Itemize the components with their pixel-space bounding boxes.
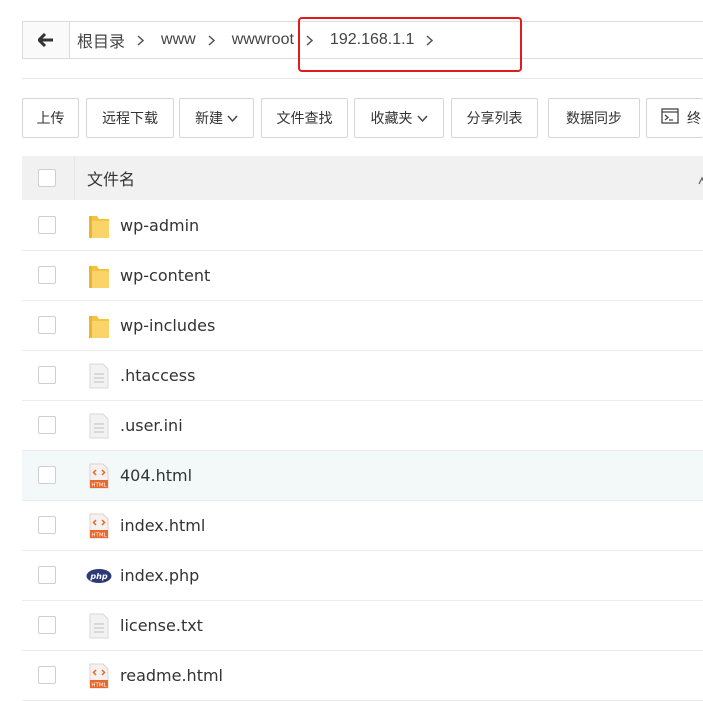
file-list: wp-admin wp-content wp-includes .htacces… [22,201,703,701]
column-header-name[interactable]: 文件名 [74,156,703,200]
new-button[interactable]: 新建 [179,98,254,138]
breadcrumb-item-current[interactable]: 192.168.1.1 [322,31,443,49]
text-file-icon [86,363,112,389]
file-search-button[interactable]: 文件查找 [261,98,348,138]
upload-label: 上传 [36,111,65,127]
arrow-left-icon [38,33,53,47]
chevron-right-icon [196,34,224,46]
text-file-icon [86,613,112,639]
breadcrumb-label[interactable]: 192.168.1.1 [322,31,415,49]
data-sync-button[interactable]: 数据同步 [548,98,640,138]
chevron-right-icon [414,34,442,46]
breadcrumb-label[interactable]: www [153,31,196,49]
html-file-icon: HTML [86,463,112,489]
breadcrumb-item-wwwroot[interactable]: wwwroot [224,31,322,49]
table-row[interactable]: .user.ini [22,401,703,451]
remote-download-button[interactable]: 远程下载 [86,98,174,138]
table-row[interactable]: wp-includes [22,301,703,351]
chevron-down-icon [416,110,428,126]
html-file-icon: HTML [86,513,112,539]
row-checkbox[interactable] [38,516,56,534]
row-checkbox[interactable] [38,566,56,584]
share-list-button[interactable]: 分享列表 [451,98,538,138]
share-list-label: 分享列表 [466,111,523,127]
chevron-down-icon [227,110,238,126]
table-row[interactable]: HTML index.html [22,501,703,551]
file-name[interactable]: 404.html [120,451,192,501]
new-label: 新建 [195,111,223,127]
breadcrumb-items: 根目录 www wwwroot 192.168.1.1 [69,22,442,58]
file-name[interactable]: license.txt [120,601,203,651]
row-checkbox[interactable] [38,366,56,384]
terminal-button[interactable]: 终 [646,98,703,138]
text-file-icon [86,413,112,439]
row-checkbox[interactable] [38,616,56,634]
table-row[interactable]: license.txt [22,601,703,651]
table-row[interactable]: wp-content [22,251,703,301]
row-checkbox[interactable] [38,466,56,484]
svg-text:HTML: HTML [91,683,107,689]
row-checkbox[interactable] [38,416,56,434]
file-name[interactable]: wp-includes [120,301,215,351]
file-name[interactable]: .user.ini [120,401,183,451]
remote-download-label: 远程下载 [102,111,158,127]
folder-icon [86,263,112,289]
back-button[interactable] [23,22,70,58]
column-header-label: 文件名 [87,170,136,189]
breadcrumb-item-root[interactable]: 根目录 [69,28,153,52]
svg-text:php: php [89,572,107,581]
row-checkbox[interactable] [38,316,56,334]
table-row[interactable]: .htaccess [22,351,703,401]
divider [22,78,703,79]
favorites-button[interactable]: 收藏夹 [354,98,444,138]
file-table-header: 文件名 [22,156,703,200]
chevron-right-icon [125,34,153,46]
breadcrumb-label[interactable]: wwwroot [224,31,294,49]
terminal-icon [661,108,679,128]
select-all-checkbox[interactable] [38,169,56,187]
file-name[interactable]: readme.html [120,651,223,701]
php-file-icon: php [86,563,112,589]
file-name[interactable]: wp-content [120,251,210,301]
file-name[interactable]: index.html [120,501,205,551]
svg-text:HTML: HTML [91,483,107,489]
chevron-right-icon [294,34,322,46]
row-checkbox[interactable] [38,266,56,284]
file-name[interactable]: .htaccess [120,351,195,401]
folder-icon [86,313,112,339]
table-row[interactable]: HTML 404.html [22,451,703,501]
upload-button[interactable]: 上传 [22,98,79,138]
row-checkbox[interactable] [38,216,56,234]
row-checkbox[interactable] [38,666,56,684]
html-file-icon: HTML [86,663,112,689]
file-search-label: 文件查找 [276,111,333,127]
breadcrumb: 根目录 www wwwroot 192.168.1.1 [22,21,703,59]
table-row[interactable]: HTML readme.html [22,651,703,701]
table-row[interactable]: php index.php [22,551,703,601]
terminal-label: 终 [687,111,701,127]
folder-icon [86,213,112,239]
breadcrumb-label[interactable]: 根目录 [69,28,125,52]
file-name[interactable]: index.php [120,551,199,601]
breadcrumb-item-www[interactable]: www [153,31,224,49]
sort-icon[interactable] [698,172,703,190]
favorites-label: 收藏夹 [370,111,413,127]
table-row[interactable]: wp-admin [22,201,703,251]
svg-text:HTML: HTML [91,533,107,539]
select-all-cell [22,156,74,200]
file-name[interactable]: wp-admin [120,201,199,251]
data-sync-label: 数据同步 [566,111,622,127]
